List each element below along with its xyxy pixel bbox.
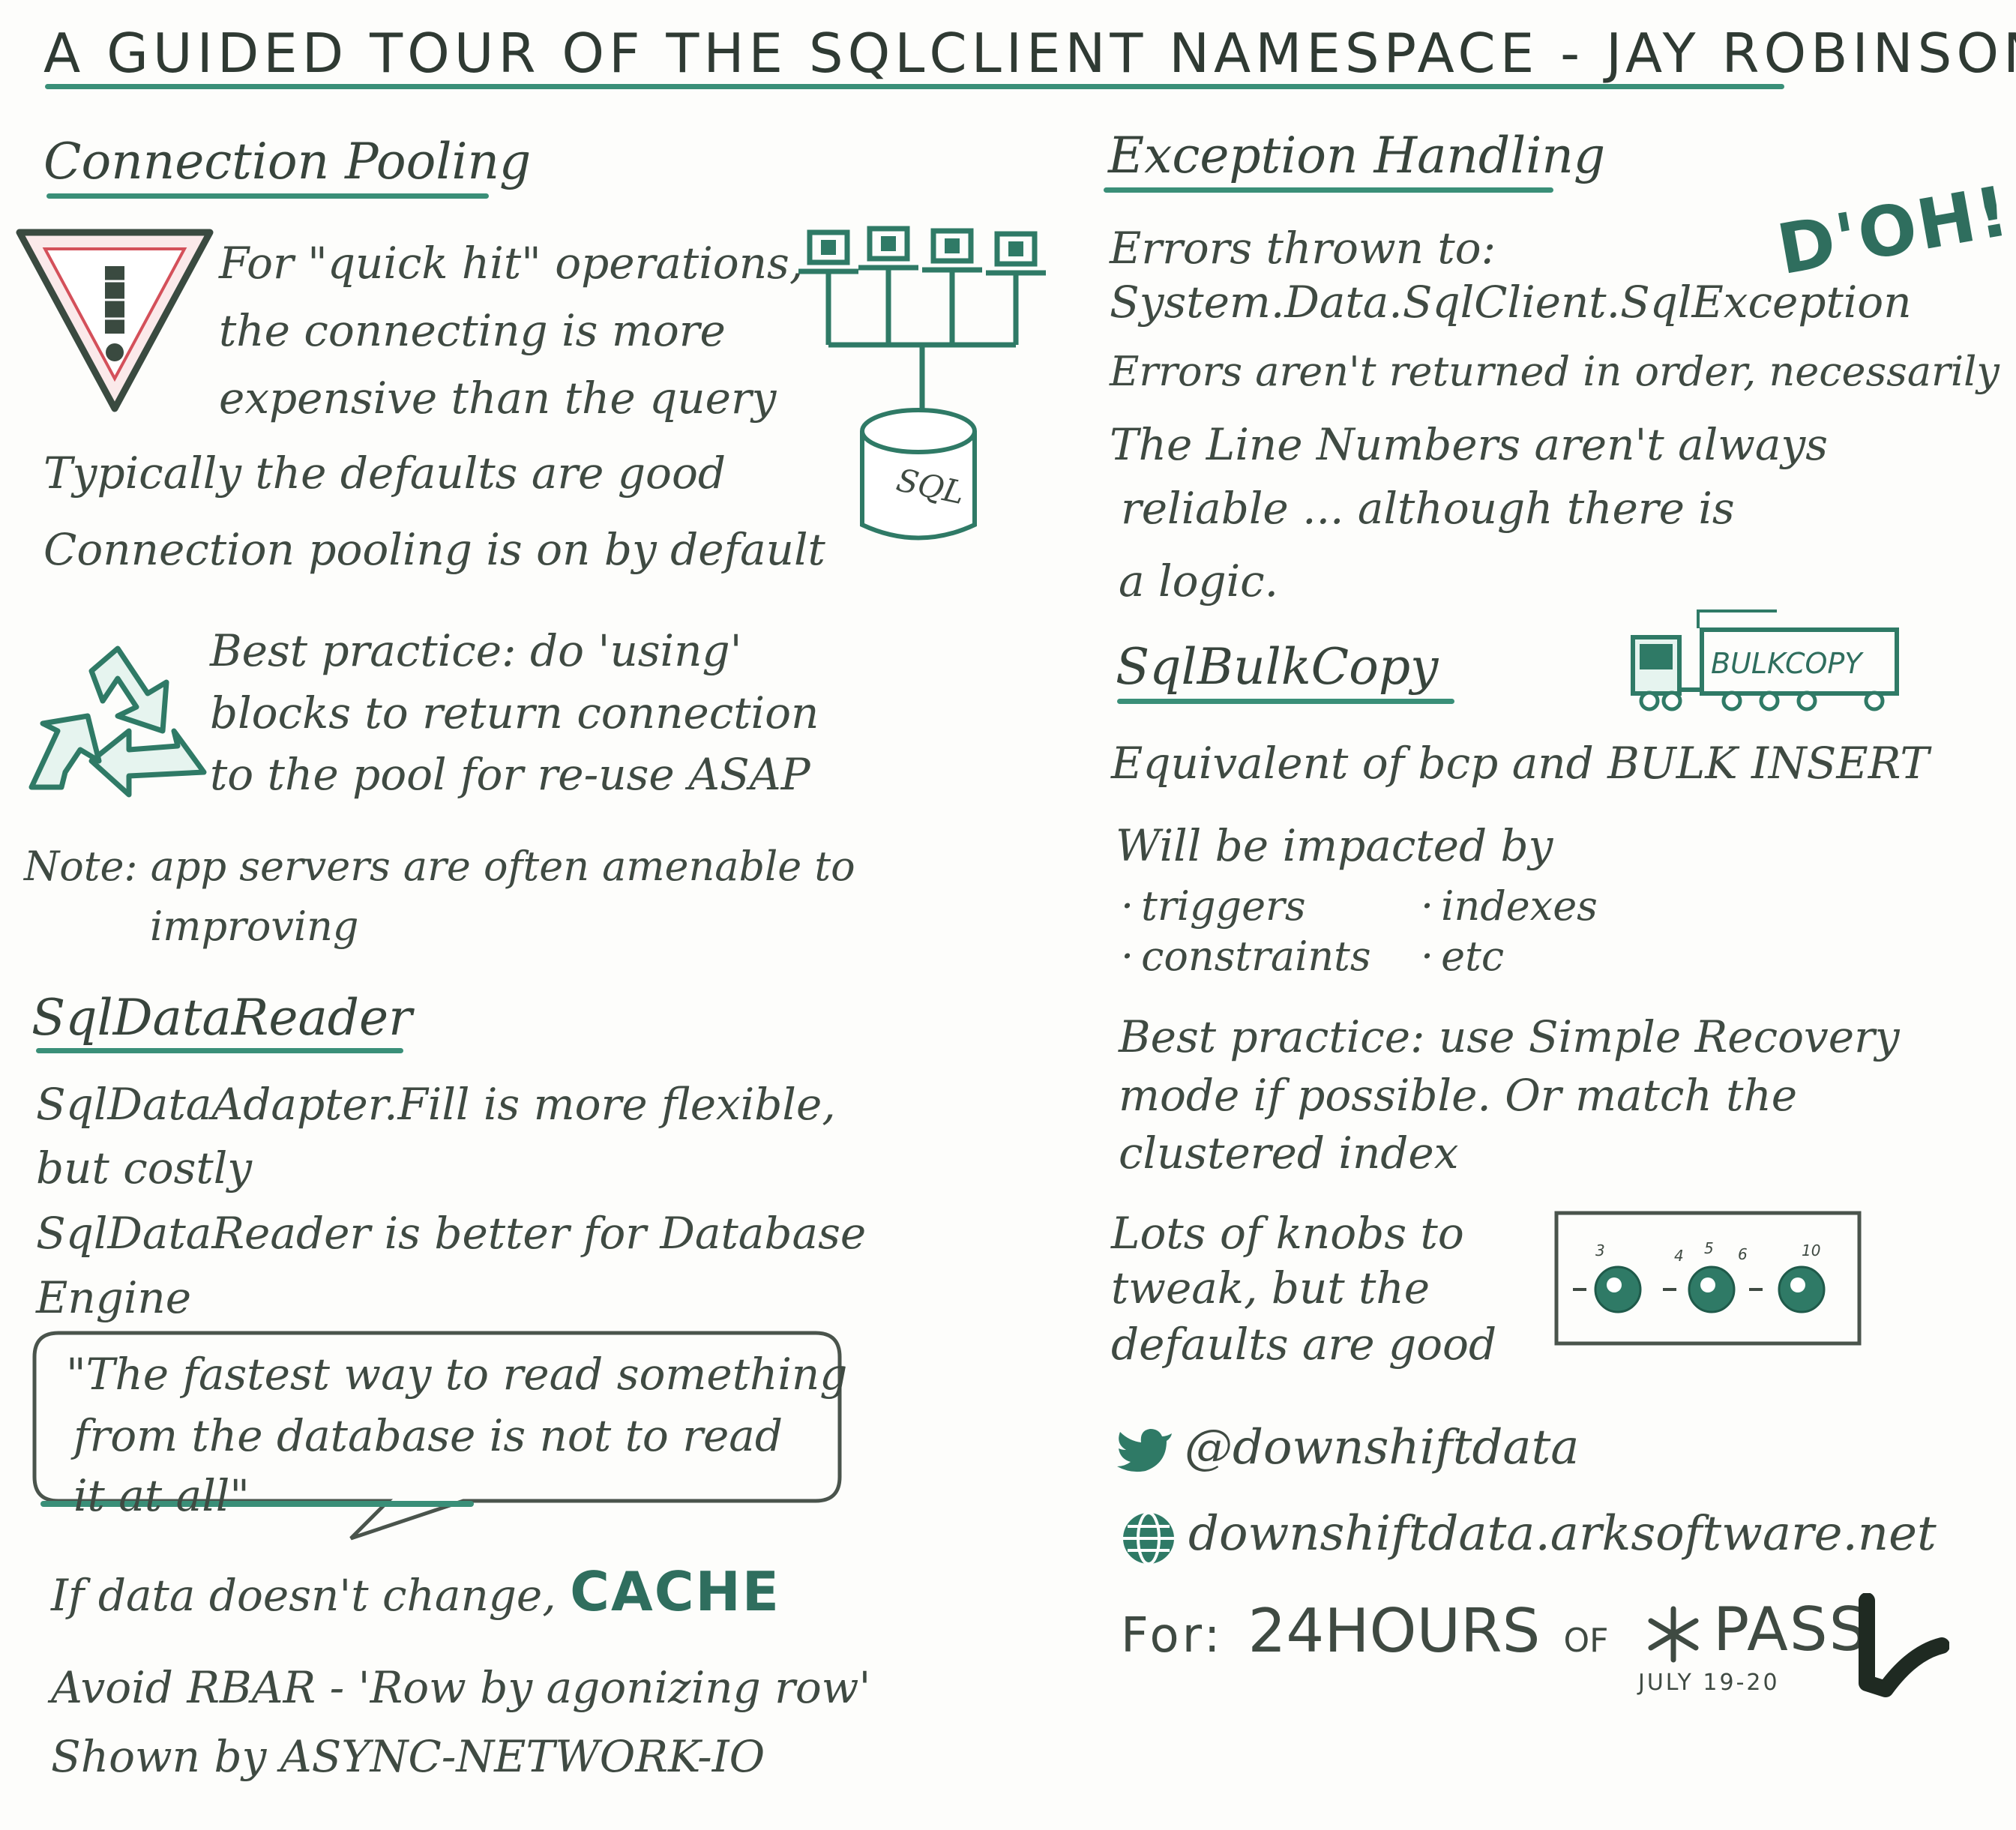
knob-mark-10: 10 <box>1802 1241 1820 1259</box>
bulk-best-practice-2: mode if possible. Or match the <box>1119 1070 1798 1121</box>
adapter-line-1: SqlDataAdapter.Fill is more flexible, <box>36 1079 836 1130</box>
event-of-label: OF <box>1563 1622 1609 1660</box>
best-practice-using-1: Best practice: do 'using' <box>210 625 742 676</box>
knobs-line-2: tweak, but the <box>1111 1262 1430 1313</box>
bulkcopy-truck-label: BULKCOPY <box>1711 647 1864 680</box>
pass-asterisk-logo <box>1648 1606 1699 1663</box>
reader-better-line-1: SqlDataReader is better for Database <box>36 1208 867 1259</box>
impacted-text: Will be impacted by <box>1116 820 1553 871</box>
page-title: A GUIDED TOUR OF THE SQLCLIENT NAMESPACE… <box>43 22 2016 85</box>
quote-line-1: "The fastest way to read something <box>66 1349 848 1400</box>
event-line: For: 24HOURS OF <box>1121 1597 1631 1666</box>
equivalent-text: Equivalent of bcp and BULK INSERT <box>1111 738 1930 789</box>
cache-prefix: If data doesn't change, <box>51 1570 556 1621</box>
impact-item-triggers: triggers <box>1121 882 1305 930</box>
errors-thrown-text: Errors thrown to: <box>1110 223 1496 274</box>
impact-item-constraints: constraints <box>1121 933 1370 980</box>
rbar-line: Avoid RBAR - 'Row by agonizing row' <box>51 1662 871 1713</box>
logic-text: a logic. <box>1119 556 1279 607</box>
quick-hit-line-3: expensive than the query <box>219 373 777 424</box>
impact-item-indexes: indexes <box>1421 882 1598 930</box>
best-practice-using-3: to the pool for re-use ASAP <box>210 749 810 800</box>
connection-pooling-heading: Connection Pooling <box>43 133 532 190</box>
sqlexception-text: System.Data.SqlClient.SqlException <box>1110 277 1912 328</box>
impact-item-etc: etc <box>1421 933 1504 980</box>
best-practice-using-2: blocks to return connection <box>210 687 819 738</box>
quote-line-2: from the database is not to read <box>73 1410 783 1461</box>
exception-handling-heading: Exception Handling <box>1108 127 1606 184</box>
event-for-label: For: <box>1121 1608 1224 1664</box>
sqldatareader-underline <box>36 1048 403 1053</box>
bulkcopy-truck-icon: BULKCOPY <box>1631 610 1899 711</box>
reliable-text: reliable ... although there is <box>1121 483 1735 534</box>
twitter-bird-icon <box>1117 1429 1172 1472</box>
sqlbulkcopy-underline <box>1117 699 1454 704</box>
event-org: PASS <box>1713 1595 1869 1664</box>
adapter-line-2: but costly <box>36 1143 253 1194</box>
sqlbulkcopy-heading: SqlBulkCopy <box>1116 638 1439 696</box>
quick-hit-line-2: the connecting is more <box>219 305 726 356</box>
pooling-default-text: Connection pooling is on by default <box>43 524 825 575</box>
sqldatareader-heading: SqlDataReader <box>31 989 412 1047</box>
knobs-panel-icon: 3 4 5 6 10 <box>1554 1211 1862 1346</box>
network-database-icon: SQL <box>798 226 1046 541</box>
bulk-best-practice-1: Best practice: use Simple Recovery <box>1119 1011 1900 1062</box>
knob-mark-4: 4 <box>1674 1247 1684 1265</box>
defaults-good-text: Typically the defaults are good <box>43 448 726 499</box>
reader-better-line-2: Engine <box>36 1272 192 1323</box>
knobs-line-3: defaults are good <box>1111 1319 1497 1370</box>
title-underline <box>45 84 1784 89</box>
recycle-icon <box>28 645 207 798</box>
knob-mark-6: 6 <box>1738 1245 1748 1263</box>
quick-hit-line-1: For "quick hit" operations, <box>219 238 804 289</box>
doh-text: D'OH! <box>1772 170 2016 291</box>
bulk-best-practice-3: clustered index <box>1119 1128 1459 1179</box>
cache-line: If data doesn't change, CACHE <box>51 1561 780 1623</box>
hand-tick-mark <box>1859 1593 1949 1697</box>
quote-line-3: it at all" <box>73 1470 250 1521</box>
shown-by-line: Shown by ASYNC-NETWORK-IO <box>51 1731 765 1782</box>
line-numbers-text: The Line Numbers aren't always <box>1110 419 1829 470</box>
exception-handling-underline <box>1104 187 1553 193</box>
globe-icon <box>1123 1511 1174 1565</box>
note-line-1: Note: app servers are often amenable to <box>24 843 855 890</box>
twitter-handle: @downshiftdata <box>1185 1420 1580 1475</box>
event-hours: 24HOURS <box>1248 1596 1541 1666</box>
knobs-line-1: Lots of knobs to <box>1111 1208 1464 1259</box>
event-dates: JULY 19-20 <box>1638 1670 1780 1696</box>
website-text: downshiftdata.arksoftware.net <box>1188 1506 1937 1562</box>
knob-mark-5: 5 <box>1704 1239 1714 1257</box>
note-line-2: improving <box>150 903 359 950</box>
cache-word: CACHE <box>570 1560 780 1623</box>
warning-icon <box>16 229 214 412</box>
errors-order-text: Errors aren't returned in order, necessa… <box>1110 348 2000 395</box>
knob-mark-3: 3 <box>1595 1241 1605 1259</box>
connection-pooling-underline <box>46 193 489 199</box>
